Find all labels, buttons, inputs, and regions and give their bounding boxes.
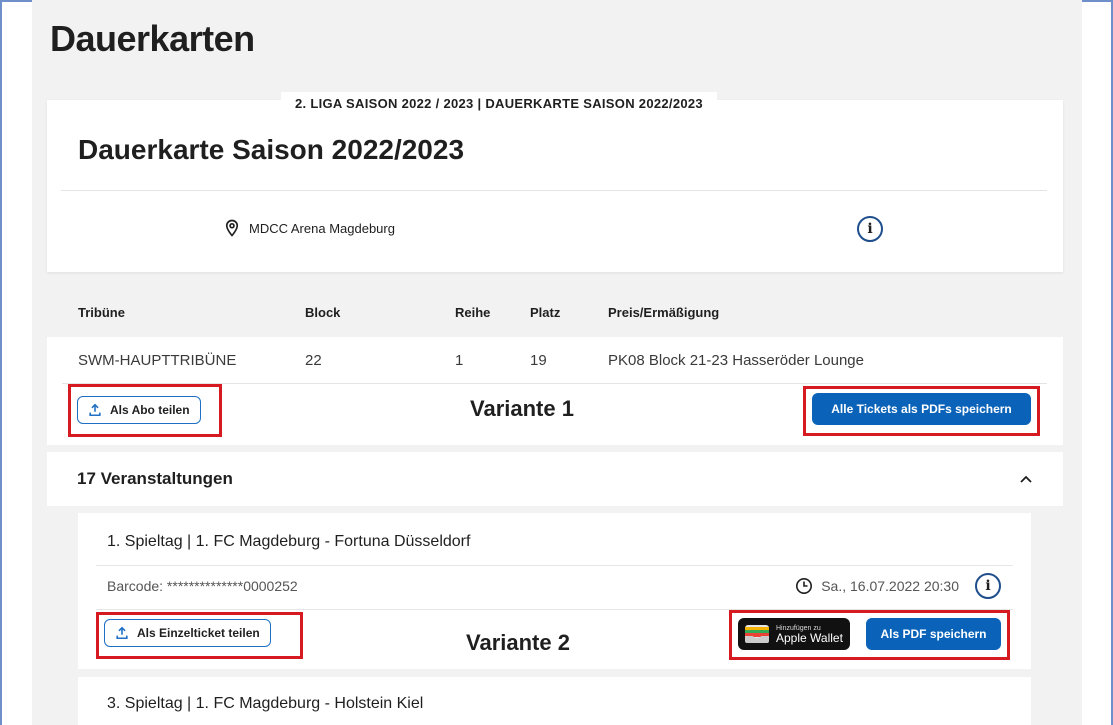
cell-preis: PK08 Block 21-23 Hasseröder Lounge — [608, 352, 864, 369]
header-block: Block — [305, 305, 341, 320]
event-card: 2. LIGA SAISON 2022 / 2023 | DAUERKARTE … — [47, 92, 1063, 272]
barcode: Barcode: **************0000252 — [107, 578, 298, 594]
page-title: Dauerkarten — [50, 18, 255, 59]
save-all-pdfs-button[interactable]: Alle Tickets als PDFs speichern — [812, 393, 1031, 425]
chevron-up-icon[interactable] — [1019, 472, 1033, 486]
location-pin-icon — [225, 219, 239, 237]
event-name: Dauerkarte Saison 2022/2023 — [78, 134, 465, 165]
divider — [61, 190, 1047, 191]
info-icon[interactable]: i — [975, 573, 1001, 599]
variant-label-2: Variante 2 — [466, 630, 570, 655]
header-platz: Platz — [530, 305, 561, 320]
venue-name: MDCC Arena Magdeburg — [249, 220, 395, 236]
match-datetime: Sa., 16.07.2022 20:30 i — [795, 573, 1001, 599]
header-tribuene: Tribüne — [78, 305, 125, 320]
wallet-big-text: Apple Wallet — [776, 630, 843, 645]
apple-wallet-button[interactable]: Hinzufügen zu Apple Wallet — [738, 618, 850, 650]
share-single-ticket-button[interactable]: Als Einzelticket teilen — [104, 619, 271, 647]
share-icon — [116, 626, 128, 640]
cell-block: 22 — [305, 352, 322, 369]
header-reihe: Reihe — [455, 305, 491, 320]
clock-icon — [796, 578, 813, 594]
header-preis: Preis/Ermäßigung — [608, 305, 720, 320]
match-title: 1. Spieltag | 1. FC Magdeburg - Fortuna … — [107, 533, 471, 550]
variant-label-1: Variante 1 — [470, 396, 574, 421]
share-subscription-label: Als Abo teilen — [110, 403, 190, 417]
cell-tribuene: SWM-HAUPTTRIBÜNE — [78, 352, 237, 369]
datetime-text: Sa., 16.07.2022 20:30 — [821, 578, 959, 594]
event-tag: 2. LIGA SAISON 2022 / 2023 | DAUERKARTE … — [281, 92, 717, 120]
save-pdf-button[interactable]: Als PDF speichern — [866, 618, 1001, 650]
cell-platz: 19 — [530, 352, 547, 369]
share-icon — [89, 403, 101, 417]
match-card: 3. Spieltag | 1. FC Magdeburg - Holstein… — [78, 677, 1031, 725]
share-subscription-button[interactable]: Als Abo teilen — [77, 396, 201, 424]
match-title: 3. Spieltag | 1. FC Magdeburg - Holstein… — [107, 695, 424, 712]
wallet-icon — [745, 625, 769, 643]
events-count: 17 Veranstaltungen — [77, 469, 233, 488]
info-icon[interactable]: i — [857, 216, 883, 242]
venue: MDCC Arena Magdeburg — [223, 219, 395, 237]
events-accordion-header[interactable]: 17 Veranstaltungen — [47, 452, 1063, 506]
divider — [96, 565, 1013, 566]
cell-reihe: 1 — [455, 352, 464, 369]
share-single-ticket-label: Als Einzelticket teilen — [137, 626, 260, 640]
